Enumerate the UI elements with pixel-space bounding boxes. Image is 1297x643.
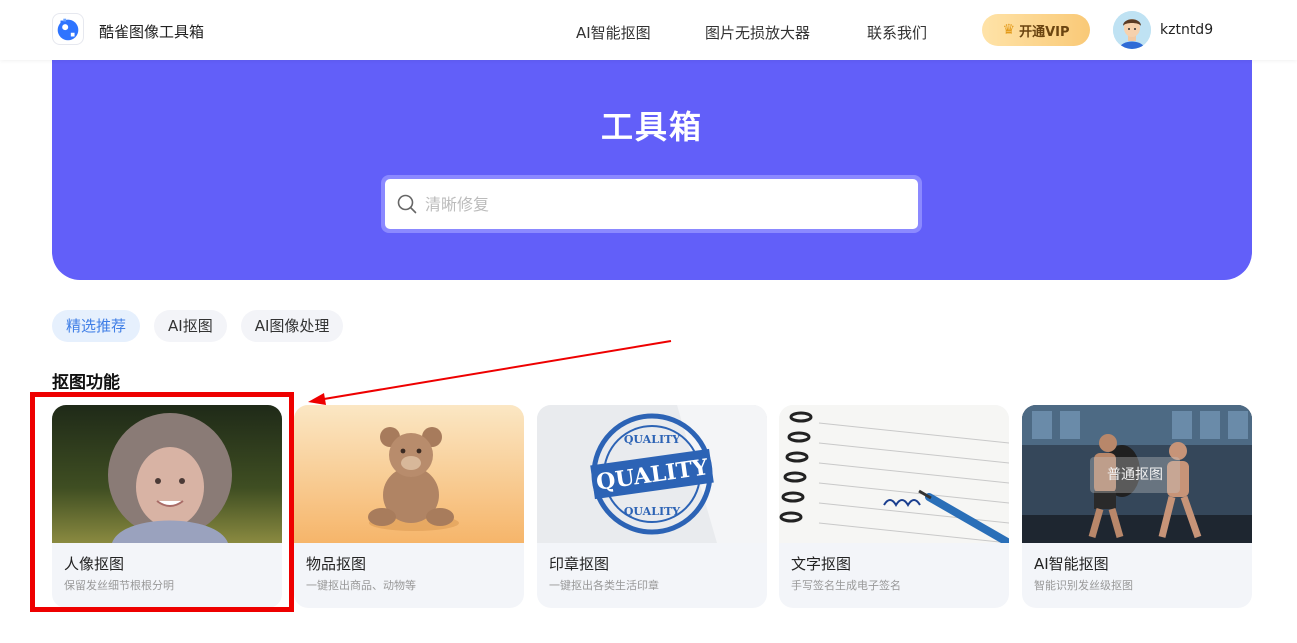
category-tabs: 精选推荐 AI抠图 AI图像处理	[52, 310, 344, 342]
annotation-arrow	[308, 340, 672, 405]
top-navbar: 酷雀图像工具箱 AI智能抠图 图片无损放大器 联系我们 ♛ 开通VIP kztn…	[0, 0, 1297, 60]
tool-card-text-matting[interactable]: 文字抠图 手写签名生成电子签名	[779, 405, 1009, 608]
card-title: 印章抠图	[549, 555, 610, 573]
card-description: 手写签名生成电子签名	[791, 579, 901, 592]
search-box[interactable]	[385, 179, 918, 229]
card-description: 一键抠出商品、动物等	[306, 579, 416, 592]
search-bar	[381, 175, 922, 233]
stamp-top-text: QUALITY	[624, 433, 680, 446]
search-input[interactable]	[425, 179, 905, 229]
card-image-text	[779, 405, 1009, 543]
card-description: 智能识别发丝级抠图	[1034, 579, 1133, 592]
open-vip-button[interactable]: ♛ 开通VIP	[982, 14, 1090, 46]
vip-label: 开通VIP	[1019, 24, 1070, 40]
stamp-bottom-text: QUALITY	[624, 505, 680, 518]
tab-featured[interactable]: 精选推荐	[52, 310, 141, 342]
card-image-object	[294, 405, 524, 543]
brand-name[interactable]: 酷雀图像工具箱	[99, 21, 204, 42]
crown-icon: ♛	[1002, 22, 1016, 38]
card-title: 人像抠图	[64, 555, 125, 573]
plain-matting-badge: 普通抠图	[1090, 457, 1180, 493]
tool-card-ai-smart-matting[interactable]: 普通抠图 AI智能抠图 智能识别发丝级抠图	[1022, 405, 1252, 608]
card-title: 文字抠图	[791, 555, 852, 573]
page-title: 工具箱	[600, 108, 703, 146]
nav-link-contact[interactable]: 联系我们	[867, 22, 927, 43]
card-image-stamp: QUALITY QUALITY QUALITY	[537, 405, 767, 543]
card-description: 保留发丝细节根根分明	[64, 579, 174, 592]
app-logo[interactable]	[52, 13, 84, 45]
tool-card-stamp-matting[interactable]: QUALITY QUALITY QUALITY 印章抠图 一键抠出各类生活印章	[537, 405, 767, 608]
nav-link-ai-matting[interactable]: AI智能抠图	[576, 22, 651, 43]
card-description: 一键抠出各类生活印章	[549, 579, 659, 592]
tool-card-object-matting[interactable]: 物品抠图 一键抠出商品、动物等	[294, 405, 524, 608]
card-image-portrait	[52, 405, 282, 543]
tool-card-portrait-matting[interactable]: 人像抠图 保留发丝细节根根分明	[52, 405, 282, 608]
user-avatar[interactable]	[1113, 11, 1151, 49]
hero-banner: 工具箱	[52, 60, 1252, 280]
search-icon[interactable]	[397, 194, 417, 214]
username[interactable]: kztntd9	[1160, 22, 1213, 38]
tab-ai-image-processing[interactable]: AI图像处理	[240, 310, 344, 342]
section-title: 抠图功能	[52, 373, 120, 393]
card-title: 物品抠图	[306, 555, 367, 573]
nav-link-image-upscaler[interactable]: 图片无损放大器	[705, 22, 810, 43]
tab-ai-matting[interactable]: AI抠图	[154, 310, 227, 342]
card-title: AI智能抠图	[1034, 555, 1109, 573]
